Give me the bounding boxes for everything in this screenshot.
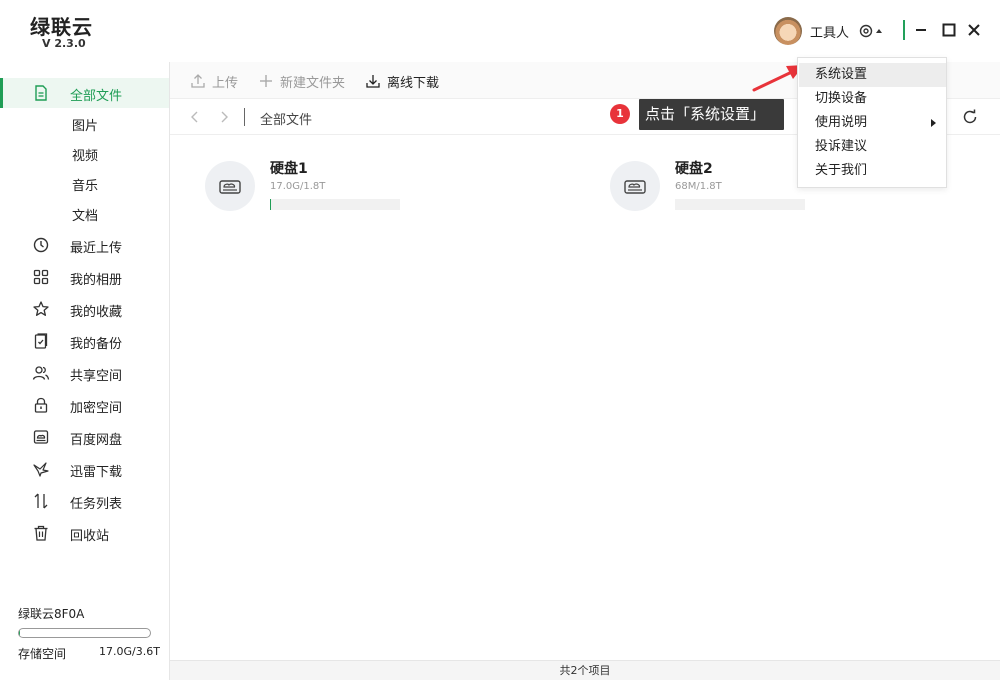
sidebar-item-label: 我的收藏 <box>70 305 123 320</box>
minimize-button[interactable] <box>910 19 932 41</box>
refresh-icon[interactable] <box>960 107 980 127</box>
download-icon <box>366 75 380 88</box>
device-name: 绿联云8F0A <box>18 607 85 621</box>
sidebar-item-label: 共享空间 <box>70 369 123 384</box>
disk-size: 17.0G/1.8T <box>270 181 326 192</box>
backup-icon <box>34 333 48 349</box>
sidebar-item-label: 回收站 <box>70 529 110 544</box>
sidebar: 全部文件 图片 视频 音乐 文档 最近上传 我的相册 我的收藏 我的备份 共享空… <box>0 62 170 680</box>
sidebar-item-encrypted-space[interactable]: 加密空间 <box>0 390 169 420</box>
bird-icon <box>33 462 49 477</box>
app-title: 绿联云 <box>30 15 93 39</box>
menu-item-user-guide[interactable]: 使用说明 <box>799 111 946 135</box>
title-bar: 绿联云 V 2.3.0 工具人 <box>0 0 1000 62</box>
disk-icon-container <box>610 161 660 211</box>
file-icon <box>35 85 47 101</box>
sidebar-item-music[interactable]: 音乐 <box>0 168 169 198</box>
sidebar-item-thunder-download[interactable]: 迅雷下载 <box>0 454 169 484</box>
breadcrumb[interactable]: 全部文件 <box>260 109 312 128</box>
sidebar-item-label: 音乐 <box>72 179 99 194</box>
upload-button[interactable]: 上传 <box>190 71 238 91</box>
offline-download-label: 离线下载 <box>387 75 440 91</box>
transfer-icon <box>34 493 48 509</box>
sidebar-item-favorites[interactable]: 我的收藏 <box>0 294 169 324</box>
chevron-right-icon[interactable] <box>217 109 231 125</box>
sidebar-item-all-files[interactable]: 全部文件 <box>0 78 169 108</box>
avatar[interactable] <box>774 17 802 45</box>
settings-menu-button[interactable] <box>858 19 888 43</box>
gear-icon <box>859 24 873 38</box>
sidebar-item-shared-space[interactable]: 共享空间 <box>0 358 169 388</box>
sidebar-item-label: 图片 <box>72 119 99 134</box>
user-name[interactable]: 工具人 <box>810 22 849 41</box>
disk-size: 68M/1.8T <box>675 181 722 192</box>
storage-label: 存储空间 <box>18 647 67 661</box>
storage-value: 17.0G/3.6T <box>99 645 160 658</box>
sidebar-item-label: 我的相册 <box>70 273 123 288</box>
sidebar-item-task-list[interactable]: 任务列表 <box>0 486 169 516</box>
grid-icon <box>33 269 49 285</box>
sidebar-item-my-album[interactable]: 我的相册 <box>0 262 169 292</box>
plus-icon <box>260 75 272 87</box>
chevron-left-icon[interactable] <box>188 109 202 125</box>
upload-label: 上传 <box>212 75 239 91</box>
clock-icon <box>33 237 49 253</box>
sidebar-item-label: 百度网盘 <box>70 433 123 448</box>
new-folder-label: 新建文件夹 <box>280 75 346 91</box>
sidebar-item-label: 任务列表 <box>70 497 123 512</box>
disk-usage-bar <box>270 199 400 210</box>
sidebar-item-documents[interactable]: 文档 <box>0 198 169 228</box>
menu-item-about-us[interactable]: 关于我们 <box>799 159 946 183</box>
users-icon <box>32 366 50 380</box>
sidebar-item-recent-uploads[interactable]: 最近上传 <box>0 230 169 260</box>
menu-item-switch-device[interactable]: 切换设备 <box>799 87 946 111</box>
settings-dropdown-menu: 系统设置 切换设备 使用说明 投诉建议 关于我们 <box>797 57 947 188</box>
disk-name: 硬盘2 <box>675 161 713 177</box>
disk-card-1[interactable]: 硬盘1 17.0G/1.8T <box>205 158 425 218</box>
step-tooltip: 点击「系统设置」 <box>639 99 784 130</box>
sidebar-item-label: 视频 <box>72 149 99 164</box>
disk-usage-fill <box>270 199 272 210</box>
window-separator <box>903 20 905 40</box>
sidebar-item-label: 我的备份 <box>70 337 123 352</box>
new-folder-button[interactable]: 新建文件夹 <box>258 71 345 91</box>
sidebar-item-label: 加密空间 <box>70 401 123 416</box>
menu-item-feedback[interactable]: 投诉建议 <box>799 135 946 159</box>
star-icon <box>33 301 49 316</box>
status-bar: 共2个项目 <box>170 660 1000 680</box>
lock-icon <box>34 397 48 413</box>
sidebar-item-images[interactable]: 图片 <box>0 108 169 138</box>
upload-icon <box>191 74 205 88</box>
storage-progress-bar <box>18 628 151 638</box>
hard-disk-icon <box>219 180 241 194</box>
hard-disk-icon <box>624 180 646 194</box>
submenu-arrow-icon <box>931 119 936 127</box>
sidebar-item-videos[interactable]: 视频 <box>0 138 169 168</box>
sidebar-item-label: 迅雷下载 <box>70 465 123 480</box>
menu-item-system-settings[interactable]: 系统设置 <box>799 63 946 87</box>
path-divider <box>244 108 245 126</box>
close-button[interactable] <box>963 19 985 41</box>
sidebar-item-label: 最近上传 <box>70 241 123 256</box>
menu-item-label: 使用说明 <box>815 115 868 130</box>
offline-download-button[interactable]: 离线下载 <box>365 71 439 91</box>
sidebar-item-label: 文档 <box>72 209 99 224</box>
disk-usage-bar <box>675 199 805 210</box>
sidebar-item-my-backup[interactable]: 我的备份 <box>0 326 169 356</box>
storage-progress-fill <box>19 629 21 637</box>
disk-name: 硬盘1 <box>270 161 308 177</box>
maximize-icon <box>942 23 956 37</box>
disk-icon-container <box>205 161 255 211</box>
maximize-button[interactable] <box>938 19 960 41</box>
sidebar-item-baidu-netdisk[interactable]: 百度网盘 <box>0 422 169 452</box>
caret-up-icon <box>876 29 882 33</box>
cloud-disk-icon <box>33 430 49 444</box>
sidebar-item-recycle-bin[interactable]: 回收站 <box>0 518 169 548</box>
trash-icon <box>34 525 48 541</box>
sidebar-item-label: 全部文件 <box>70 89 123 104</box>
app-version: V 2.3.0 <box>42 37 86 50</box>
step-badge: 1 <box>610 104 630 124</box>
close-icon <box>968 24 980 36</box>
minimize-icon <box>916 29 926 31</box>
